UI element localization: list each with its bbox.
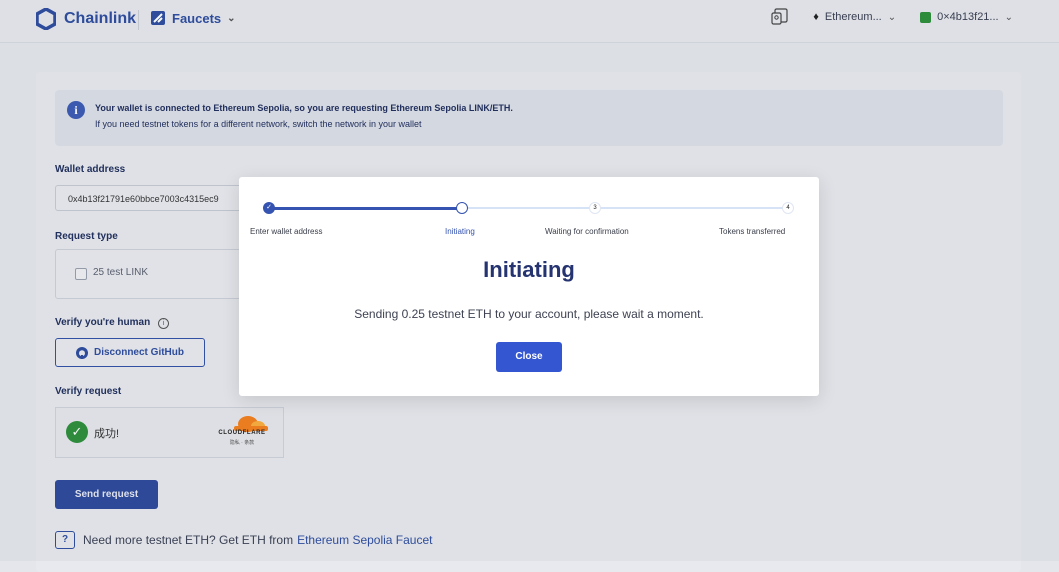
step-4-marker: 4 — [782, 202, 794, 214]
progress-track-complete — [269, 207, 462, 210]
step-3-marker: 3 — [589, 202, 601, 214]
progress-track-pending — [462, 207, 788, 209]
modal-title: Initiating — [483, 257, 575, 282]
progress-modal: ✓ 3 4 Enter wallet address Initiating Wa… — [239, 177, 819, 396]
modal-message: Sending 0.25 testnet ETH to your account… — [354, 307, 704, 321]
step-4-label: Tokens transferred — [719, 227, 786, 236]
step-2-label: Initiating — [445, 227, 475, 236]
step-1-label: Enter wallet address — [250, 227, 323, 236]
step-2-marker — [456, 202, 468, 214]
step-3-label: Waiting for confirmation — [545, 227, 629, 236]
close-button[interactable]: Close — [496, 342, 562, 372]
step-1-check-icon: ✓ — [263, 202, 275, 214]
